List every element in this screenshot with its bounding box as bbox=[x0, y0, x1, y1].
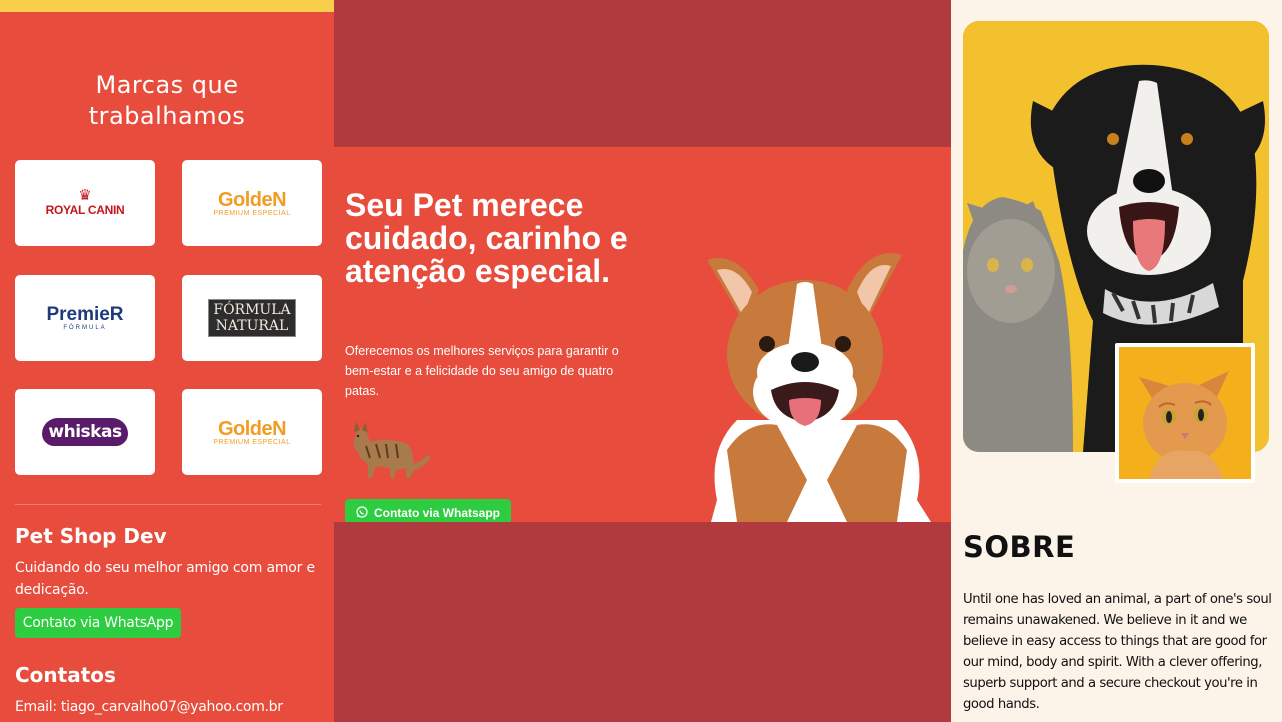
shop-description: Cuidando do seu melhor amigo com amor e … bbox=[15, 560, 315, 598]
hero-section: Seu Pet merece cuidado, carinho e atençã… bbox=[334, 0, 951, 722]
footer-divider bbox=[15, 504, 321, 505]
about-text: Until one has loved an animal, a part of… bbox=[963, 592, 1272, 712]
contact-email[interactable]: Email: tiago_carvalho07@yahoo.com.br bbox=[15, 699, 283, 715]
brand-card-formula-natural[interactable]: FÓRMULA NATURAL bbox=[182, 275, 322, 361]
formula-natural-logo: FÓRMULA NATURAL bbox=[208, 299, 296, 337]
whatsapp-contact-button[interactable]: Contato via WhatsApp bbox=[15, 608, 181, 638]
shop-name: Pet Shop Dev bbox=[15, 524, 167, 548]
brand-card-golden[interactable]: GoldeN PREMIUM ESPECIAL bbox=[182, 160, 322, 246]
brand-card-whiskas[interactable]: whiskas bbox=[15, 389, 155, 475]
brand-card-royal-canin[interactable]: ♛ ROYAL CANIN bbox=[15, 160, 155, 246]
crown-icon: ♛ bbox=[78, 187, 92, 204]
hero-title: Seu Pet merece cuidado, carinho e atençã… bbox=[345, 187, 628, 289]
about-title: SOBRE bbox=[963, 530, 1076, 564]
hero-banner: Seu Pet merece cuidado, carinho e atençã… bbox=[334, 147, 951, 522]
contacts-title: Contatos bbox=[15, 663, 116, 687]
hero-whatsapp-button[interactable]: Contato via Whatsapp bbox=[345, 499, 511, 522]
about-section: SOBRE Until one has loved an animal, a p… bbox=[951, 0, 1282, 722]
brand-card-golden-2[interactable]: GoldeN PREMIUM ESPECIAL bbox=[182, 389, 322, 475]
brands-footer-panel: Marcas que trabalhamos ♛ ROYAL CANIN Gol… bbox=[0, 0, 334, 722]
whatsapp-icon bbox=[356, 506, 368, 518]
brand-card-premier[interactable]: PremieR FÓRMULA bbox=[15, 275, 155, 361]
cat-photo bbox=[1115, 343, 1255, 483]
corgi-dog-image bbox=[707, 253, 931, 522]
walking-cat-image bbox=[353, 422, 430, 478]
hero-text: Oferecemos os melhores serviços para gar… bbox=[345, 344, 619, 398]
top-accent-bar bbox=[0, 0, 334, 12]
brands-title: Marcas que trabalhamos bbox=[88, 71, 246, 130]
